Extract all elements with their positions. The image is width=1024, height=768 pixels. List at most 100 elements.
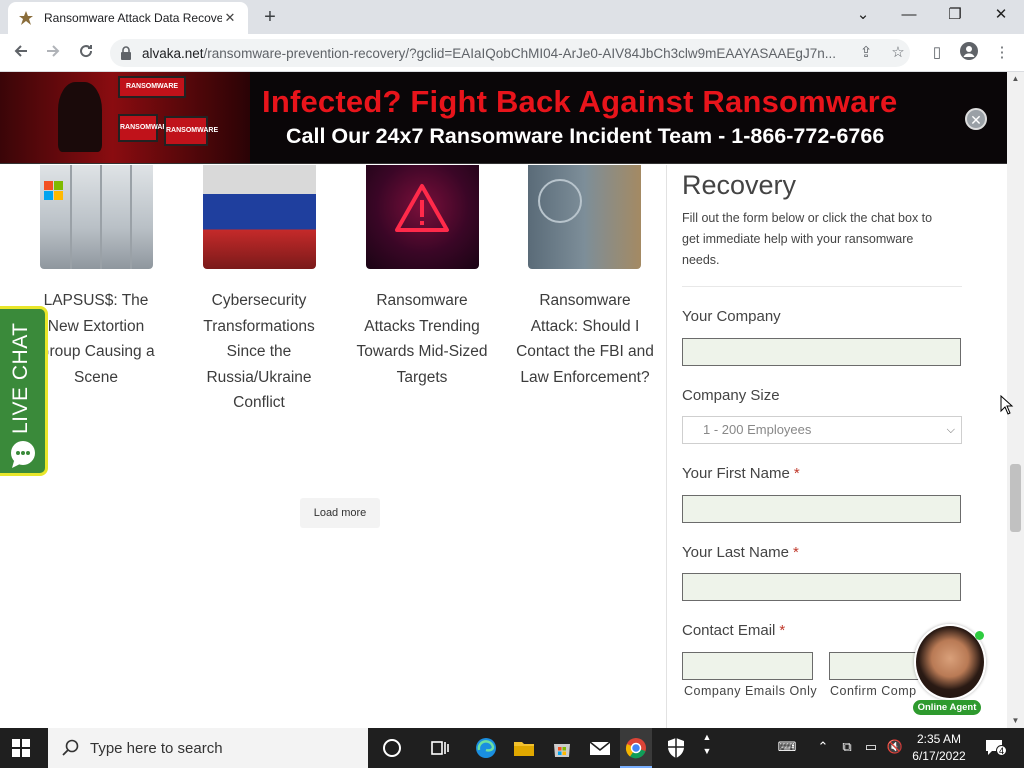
chrome-icon	[625, 738, 646, 759]
form-description: Fill out the form below or click the cha…	[682, 211, 933, 267]
new-tab-button[interactable]: +	[260, 6, 280, 29]
first-name-label: Your First Name *	[682, 465, 800, 482]
browser-tab[interactable]: Ransomware Attack Data Recove ✕	[8, 2, 248, 34]
side-panel-icon[interactable]: ▯	[926, 42, 948, 64]
email-input[interactable]	[682, 652, 813, 680]
tab-search-dropdown-icon[interactable]: ⌄	[848, 4, 878, 26]
tab-close-icon[interactable]: ✕	[222, 10, 238, 26]
mouse-cursor-icon	[1000, 395, 1014, 415]
article-thumbnail-russia-flag[interactable]	[203, 165, 316, 269]
reload-button[interactable]	[75, 42, 97, 64]
back-arrow-icon	[14, 45, 27, 57]
chevron-down-icon: ⌵	[946, 424, 955, 436]
clock-time: 2:35 AM	[916, 732, 962, 746]
banner-laptop-screen: RANSOMWARE	[118, 114, 172, 142]
email-label-text: Contact Email	[682, 622, 776, 639]
last-name-input[interactable]	[682, 573, 961, 601]
tab-title: Ransomware Attack Data Recove	[44, 11, 222, 25]
company-input[interactable]	[682, 338, 961, 366]
url-path: /ransomware-prevention-recovery/?gclid=E…	[203, 45, 836, 61]
article-title[interactable]: Cybersecurity Transformations Since the …	[189, 288, 329, 416]
volume-muted-icon[interactable]: 🔇	[886, 739, 904, 755]
chat-agent-widget[interactable]: Online Agent	[910, 622, 990, 717]
forward-arrow-icon	[47, 45, 60, 57]
chrome-taskbar-active[interactable]	[620, 728, 652, 768]
address-bar: alvaka.net/ransomware-prevention-recover…	[0, 34, 1024, 72]
security-shield-icon[interactable]	[664, 736, 688, 760]
article-title[interactable]: Ransomware Attacks Trending Towards Mid-…	[352, 288, 492, 390]
ransomware-banner[interactable]: RANSOMWARE RANSOMWARE RANSOMWARE Infecte…	[0, 72, 1007, 164]
online-agent-badge: Online Agent	[913, 700, 981, 715]
company-size-select[interactable]: 1 - 200 Employees ⌵	[682, 416, 962, 444]
confirm-email-hint: Confirm Comp	[830, 684, 917, 698]
live-chat-tab[interactable]: LIVE CHAT	[0, 306, 48, 476]
scrollbar-thumb[interactable]	[1010, 464, 1021, 532]
site-favicon-icon	[19, 11, 33, 25]
url-domain: alvaka.net	[142, 45, 204, 61]
load-more-button[interactable]: Load more	[300, 498, 380, 528]
network-icon[interactable]: ▭	[862, 739, 880, 755]
email-hint: Company Emails Only	[684, 684, 818, 698]
restore-button[interactable]: ❐	[940, 4, 970, 26]
company-size-label: Company Size	[682, 387, 780, 404]
live-chat-label: LIVE CHAT	[9, 322, 32, 434]
bookmark-star-icon[interactable]: ☆	[887, 42, 909, 64]
company-size-value: 1 - 200 Employees	[703, 422, 812, 437]
fbi-seal-icon	[538, 179, 582, 223]
forward-button[interactable]	[42, 42, 64, 64]
article-thumbnail-microsoft[interactable]	[40, 165, 153, 269]
first-name-label-text: Your First Name	[682, 465, 790, 482]
task-view-icon[interactable]	[428, 736, 452, 760]
online-status-dot	[975, 631, 984, 640]
article-thumbnail-fbi[interactable]	[528, 165, 641, 269]
banner-person-silhouette	[58, 82, 102, 152]
chat-bubble-icon	[11, 441, 35, 468]
taskbar-search-box[interactable]: Type here to search	[48, 728, 368, 768]
required-asterisk: *	[779, 622, 786, 639]
form-separator	[682, 286, 962, 287]
warning-triangle-icon	[395, 184, 449, 232]
store-icon[interactable]	[550, 736, 574, 760]
back-button[interactable]	[10, 42, 32, 64]
required-asterisk: *	[793, 544, 799, 561]
clock-date: 6/17/2022	[912, 749, 966, 763]
scroll-up-icon[interactable]: ▲	[1007, 72, 1024, 86]
close-window-button[interactable]: ✕	[986, 4, 1016, 26]
banner-laptop-screen: RANSOMWARE	[118, 76, 186, 98]
meet-now-icon[interactable]: ⧉	[838, 739, 856, 755]
company-label: Your Company	[682, 308, 781, 325]
tray-expand-icon[interactable]: ⌃	[814, 739, 832, 755]
column-divider	[666, 165, 667, 728]
share-icon[interactable]: ⇪	[855, 42, 877, 64]
taskbar-scroll-icon[interactable]: ▲ ▼	[698, 730, 716, 758]
tab-strip: Ransomware Attack Data Recove ✕ + ⌄ — ❐ …	[0, 0, 1024, 34]
form-title: Recovery	[682, 170, 797, 200]
search-placeholder: Type here to search	[90, 739, 223, 757]
url-field[interactable]: alvaka.net/ransomware-prevention-recover…	[110, 39, 910, 67]
windows-taskbar: Type here to search ▲ ▼ ⌨ ⌃ ⧉ ▭ 🔇 2:35 AM…	[0, 728, 1024, 768]
mail-icon[interactable]	[588, 736, 612, 760]
article-title[interactable]: Ransomware Attack: Should I Contact the …	[515, 288, 655, 390]
cortana-icon[interactable]	[380, 736, 404, 760]
article-thumbnail-warning[interactable]	[366, 165, 479, 269]
scroll-down-icon[interactable]: ▼	[1007, 714, 1024, 728]
lock-icon	[121, 46, 131, 60]
banner-close-button[interactable]: ✕	[965, 108, 987, 130]
page-viewport: RANSOMWARE RANSOMWARE RANSOMWARE Infecte…	[0, 72, 1007, 728]
last-name-label: Your Last Name *	[682, 544, 799, 561]
edge-browser-icon[interactable]	[474, 736, 498, 760]
banner-headline: Infected? Fight Back Against Ransomware	[262, 84, 898, 119]
required-asterisk: *	[793, 465, 800, 482]
minimize-button[interactable]: —	[894, 4, 924, 26]
keyboard-icon[interactable]: ⌨	[776, 739, 798, 755]
notification-center-icon[interactable]: 4	[984, 738, 1007, 756]
search-icon	[62, 739, 79, 756]
windows-start-icon[interactable]	[12, 739, 30, 757]
taskbar-clock[interactable]: 2:35 AM 6/17/2022	[905, 731, 973, 765]
file-explorer-icon[interactable]	[512, 736, 536, 760]
banner-image: RANSOMWARE RANSOMWARE RANSOMWARE	[0, 72, 250, 163]
url-text: alvaka.net/ransomware-prevention-recover…	[142, 46, 910, 61]
browser-menu-icon[interactable]: ⋮	[991, 42, 1013, 64]
profile-avatar-icon[interactable]	[958, 42, 980, 64]
first-name-input[interactable]	[682, 495, 961, 523]
